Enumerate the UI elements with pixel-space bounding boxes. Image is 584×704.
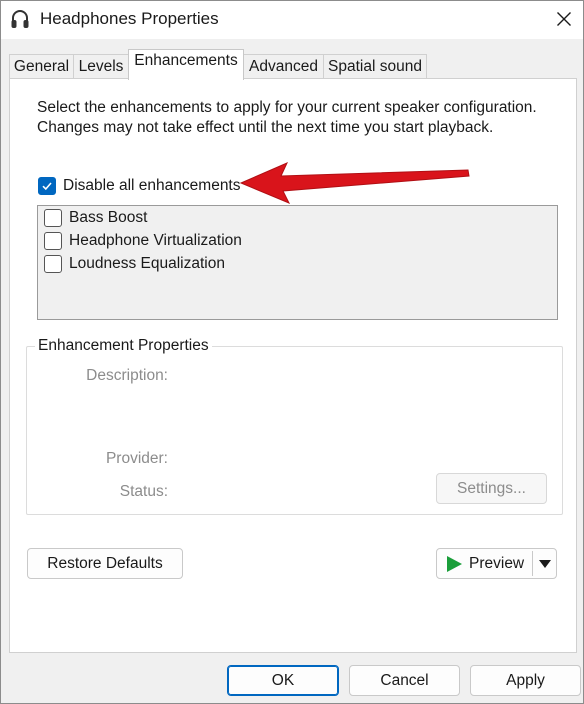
tab-general[interactable]: General (9, 54, 74, 79)
cancel-button[interactable]: Cancel (349, 665, 460, 696)
checkbox-unchecked-icon (44, 209, 62, 227)
disable-all-enhancements-checkbox[interactable]: Disable all enhancements (38, 177, 241, 195)
checkbox-checked-icon (38, 177, 56, 195)
headphones-icon (11, 10, 29, 28)
checkbox-unchecked-icon (44, 255, 62, 273)
play-icon (447, 555, 462, 572)
enhancement-item-label: Headphone Virtualization (69, 232, 242, 249)
enhancements-description: Select the enhancements to apply for you… (37, 99, 537, 136)
tab-advanced[interactable]: Advanced (243, 54, 324, 79)
properties-window: Headphones Properties General Levels Enh… (0, 0, 584, 704)
enhancement-item-headphone-virtualization[interactable]: Headphone Virtualization (44, 232, 242, 250)
restore-defaults-button[interactable]: Restore Defaults (27, 548, 183, 579)
close-button[interactable] (549, 5, 579, 33)
preview-button[interactable]: Preview (437, 549, 532, 578)
annotation-arrow-icon (239, 162, 470, 204)
enhancements-list: Bass Boost Headphone Virtualization Loud… (37, 205, 558, 320)
enhancement-item-bass-boost[interactable]: Bass Boost (44, 209, 147, 227)
tab-spatial-sound[interactable]: Spatial sound (323, 54, 427, 79)
settings-button[interactable]: Settings... (436, 473, 547, 504)
group-title: Enhancement Properties (35, 337, 212, 355)
title-bar: Headphones Properties (1, 1, 583, 39)
chevron-down-icon (539, 559, 551, 568)
checkbox-unchecked-icon (44, 232, 62, 250)
ok-button[interactable]: OK (227, 665, 339, 696)
enhancement-properties-group: Enhancement Properties Description: Prov… (26, 337, 563, 515)
preview-label: Preview (469, 554, 525, 572)
window-title: Headphones Properties (40, 9, 219, 28)
tab-levels[interactable]: Levels (73, 54, 129, 79)
enhancement-item-label: Bass Boost (69, 209, 148, 226)
tab-enhancements[interactable]: Enhancements (128, 49, 244, 80)
preview-split-button: Preview (436, 548, 557, 579)
enhancement-item-label: Loudness Equalization (69, 255, 225, 272)
provider-label: Provider: (105, 450, 168, 467)
apply-button[interactable]: Apply (470, 665, 581, 696)
description-label: Description: (86, 367, 168, 384)
preview-dropdown-button[interactable] (533, 549, 557, 578)
disable-all-label: Disable all enhancements (63, 177, 241, 194)
close-icon (557, 12, 571, 26)
status-label: Status: (119, 483, 168, 500)
enhancement-item-loudness-equalization[interactable]: Loudness Equalization (44, 255, 225, 273)
